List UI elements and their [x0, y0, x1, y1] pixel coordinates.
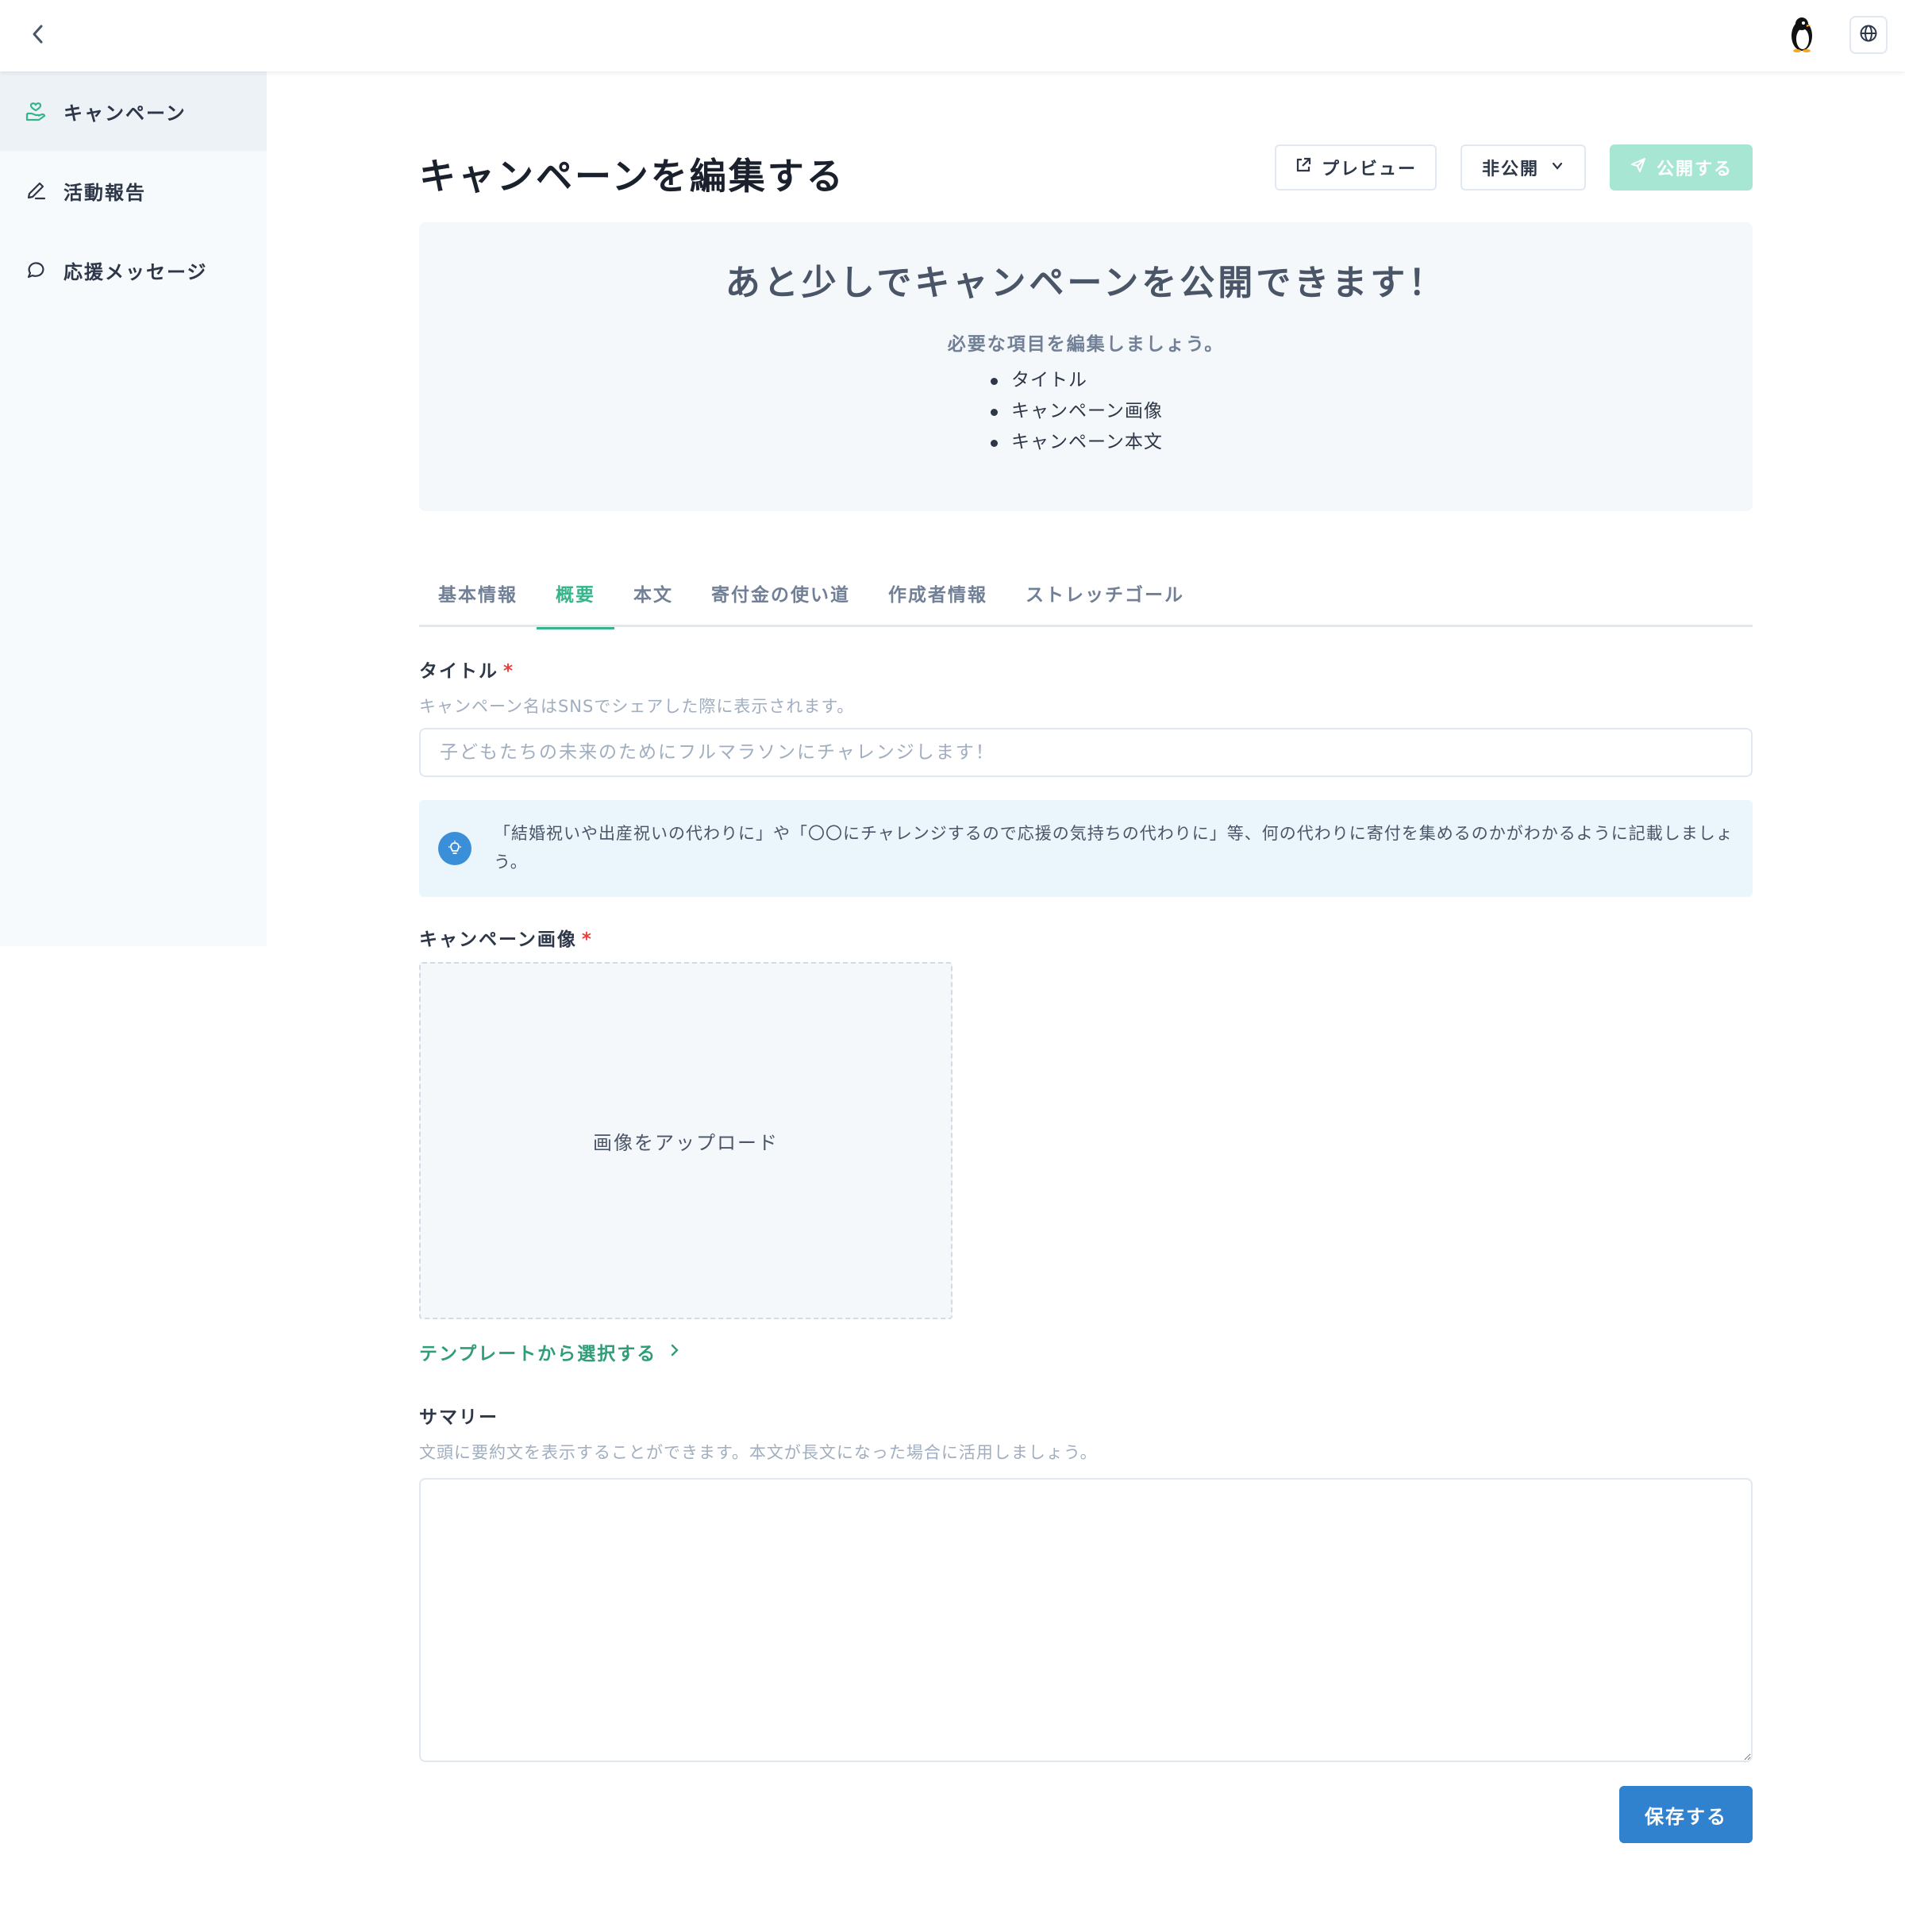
publish-requirements-notice: あと少しでキャンペーンを公開できます！ 必要な項目を編集しましょう。 タイトル …: [419, 222, 1753, 511]
sidebar-item-messages[interactable]: 応援メッセージ: [0, 230, 267, 310]
required-mark: *: [581, 929, 593, 950]
lightbulb-icon: [438, 832, 471, 865]
chevron-right-icon: [656, 1341, 680, 1362]
sidebar-item-label: 応援メッセージ: [64, 260, 208, 283]
chevron-down-icon: [1539, 158, 1564, 178]
summary-textarea[interactable]: [419, 1478, 1753, 1762]
title-input[interactable]: [419, 728, 1753, 777]
chevron-left-icon: [29, 24, 47, 48]
hint-text: 「結婚祝いや出産祝いの代わりに」や「〇〇にチャレンジするので応援の気持ちの代わり…: [494, 824, 1734, 872]
page-title: キャンペーンを編集する: [419, 155, 845, 198]
select-template-link[interactable]: テンプレートから選択する: [419, 1338, 680, 1365]
hand-heart-icon: [24, 99, 48, 123]
tab-basic-info[interactable]: 基本情報: [419, 559, 537, 627]
required-items-list: タイトル キャンペーン画像 キャンペーン本文: [991, 365, 1163, 458]
image-upload-dropzone[interactable]: 画像をアップロード: [419, 962, 952, 1319]
required-mark: *: [503, 661, 515, 682]
template-link-label: テンプレートから選択する: [419, 1344, 657, 1364]
back-button[interactable]: [24, 21, 52, 50]
pencil-icon: [24, 179, 48, 202]
globe-icon: [1859, 24, 1878, 46]
tab-body[interactable]: 本文: [614, 559, 692, 627]
preview-button[interactable]: プレビュー: [1275, 144, 1437, 191]
summary-help-text: 文頭に要約文を表示することができます。本文が長文になった場合に活用しましょう。: [419, 1443, 1098, 1462]
title-help-text: キャンペーン名はSNSでシェアした際に表示されます。: [419, 697, 855, 716]
visibility-label: 非公開: [1481, 160, 1539, 179]
send-icon: [1630, 156, 1657, 179]
title-label-text: タイトル: [419, 661, 498, 682]
save-button[interactable]: 保存する: [1619, 1786, 1753, 1843]
publish-label: 公開する: [1656, 160, 1733, 179]
external-link-icon: [1295, 156, 1322, 179]
preview-label: プレビュー: [1321, 160, 1417, 179]
title-field-label: タイトル *: [419, 656, 514, 683]
list-item: キャンペーン本文: [991, 427, 1163, 458]
image-field-label: キャンペーン画像 *: [419, 924, 593, 951]
sidebar-item-activity-report[interactable]: 活動報告: [0, 151, 267, 230]
penguin-avatar-icon: [1786, 15, 1818, 56]
summary-field-label: サマリー: [419, 1407, 498, 1428]
message-circle-icon: [24, 258, 48, 282]
sidebar: キャンペーン 活動報告 応援メッセージ: [0, 71, 267, 946]
language-button[interactable]: [1849, 16, 1888, 54]
tab-author-info[interactable]: 作成者情報: [869, 559, 1006, 627]
tab-fund-usage[interactable]: 寄付金の使い道: [692, 559, 869, 627]
upload-label: 画像をアップロード: [593, 1131, 779, 1154]
list-item: タイトル: [991, 365, 1163, 396]
tab-overview[interactable]: 概要: [537, 559, 614, 629]
image-label-text: キャンペーン画像: [419, 929, 577, 950]
notice-subheading: 必要な項目を編集しましょう。: [947, 334, 1225, 355]
title-hint-box: 「結婚祝いや出産祝いの代わりに」や「〇〇にチャレンジするので応援の気持ちの代わり…: [419, 800, 1753, 897]
sidebar-item-label: キャンペーン: [64, 102, 187, 125]
edit-tabs: 基本情報 概要 本文 寄付金の使い道 作成者情報 ストレッチゴール: [419, 559, 1753, 629]
tab-stretch-goal[interactable]: ストレッチゴール: [1006, 559, 1203, 627]
visibility-select[interactable]: 非公開: [1460, 144, 1586, 191]
publish-button[interactable]: 公開する: [1610, 144, 1753, 191]
title-row: キャンペーンを編集する プレビュー 非公開 公開する: [419, 71, 1753, 222]
user-avatar[interactable]: [1782, 16, 1822, 56]
list-item: キャンペーン画像: [991, 396, 1163, 427]
main-content: キャンペーンを編集する プレビュー 非公開 公開する あと少しでキャンペーンを公…: [419, 71, 1753, 1843]
notice-heading: あと少しでキャンペーンを公開できます！: [725, 263, 1447, 303]
sidebar-item-campaign[interactable]: キャンペーン: [0, 71, 267, 151]
sidebar-item-label: 活動報告: [64, 181, 146, 204]
top-bar: [0, 0, 1905, 71]
